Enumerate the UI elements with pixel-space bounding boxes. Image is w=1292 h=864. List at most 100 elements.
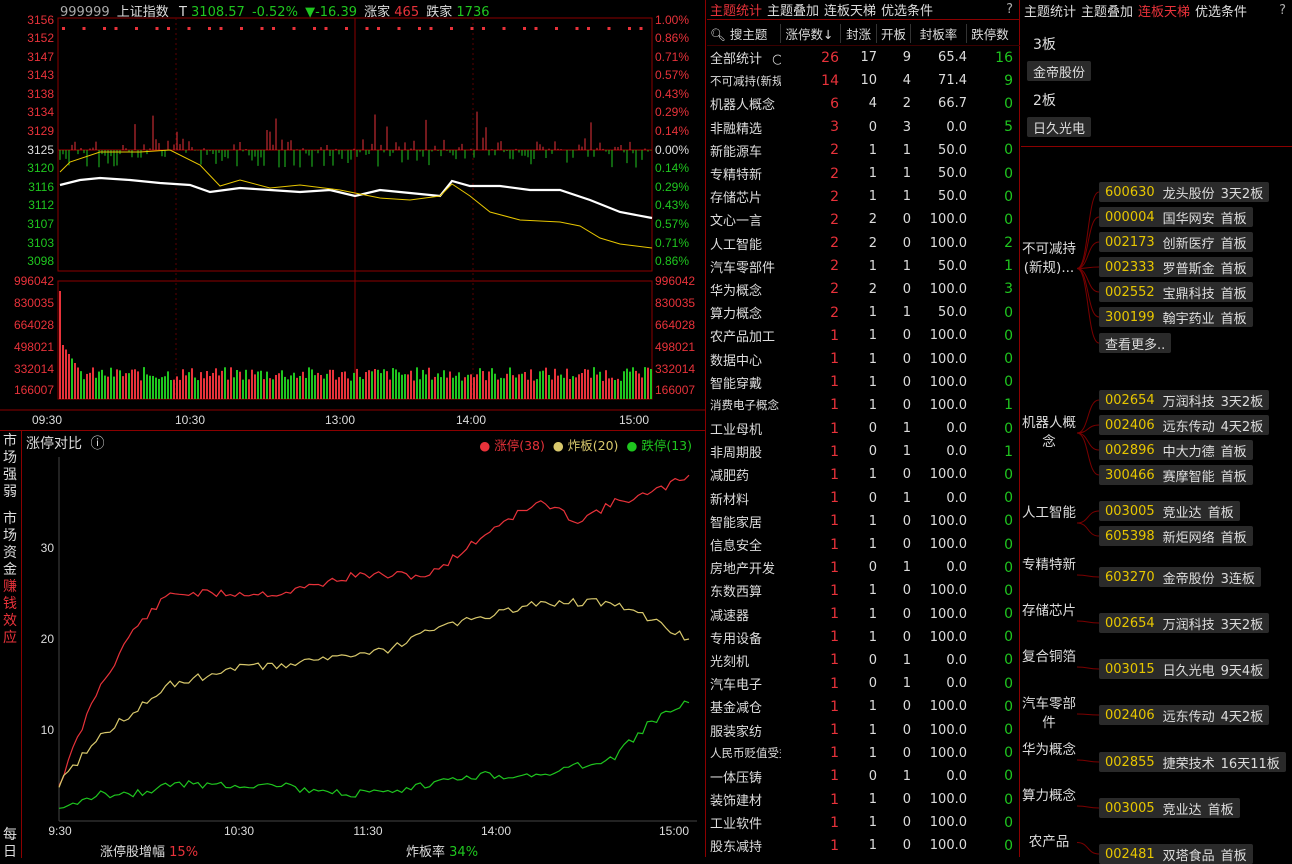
theme-row[interactable]: 全部统计 ○2617965.416 — [707, 46, 1020, 69]
theme-row[interactable]: 工业母机1010.00 — [707, 417, 1020, 440]
theme-row[interactable]: 新材料1010.00 — [707, 487, 1020, 510]
ladder-stock-chip[interactable]: 000004国华网安首板 — [1099, 207, 1253, 227]
theme-row[interactable]: 存储芯片21150.00 — [707, 185, 1020, 208]
ladder-stock-chip[interactable]: 300199翰宇药业首板 — [1099, 307, 1253, 327]
theme-row[interactable]: 装饰建材110100.00 — [707, 788, 1020, 811]
ladder-theme-label[interactable]: 不可减持(新规)... — [1021, 240, 1077, 278]
theme-row[interactable]: 服装家纺110100.00 — [707, 718, 1020, 741]
col-seal-rate[interactable]: 封板率 — [911, 24, 967, 43]
help-icon[interactable]: ? — [1006, 2, 1013, 17]
theme-row[interactable]: 文心一言220100.00 — [707, 208, 1020, 231]
ladder-theme-label[interactable]: 汽车零部件 — [1021, 695, 1077, 733]
refresh-circle-icon[interactable]: ○ — [768, 52, 781, 67]
theme-row[interactable]: 不可减持(新规)1410471.49 — [707, 69, 1020, 92]
theme-row[interactable]: 人工智能220100.02 — [707, 232, 1020, 255]
theme-row[interactable]: 人民币贬值受益110100.00 — [707, 742, 1020, 765]
cell-name: 服装家纺 — [707, 721, 781, 740]
ladder-stock-chip[interactable]: 002333罗普斯金首板 — [1099, 257, 1253, 277]
cell-e: 0 — [967, 351, 1017, 367]
view-more-button[interactable]: 查看更多.. — [1099, 333, 1171, 353]
ladder-stock-chip[interactable]: 600630龙头股份3天2板 — [1099, 182, 1269, 202]
ladder-stock-chip[interactable]: 002406远东传动4天2板 — [1099, 705, 1269, 725]
ladder-stock-chip[interactable]: 603270金帝股份3连板 — [1099, 567, 1261, 587]
theme-row[interactable]: 农产品加工110100.00 — [707, 324, 1020, 347]
ladder-theme-label[interactable]: 算力概念 — [1021, 787, 1077, 806]
ladder-stock-chip[interactable]: 002654万润科技3天2板 — [1099, 613, 1269, 633]
theme-row[interactable]: 非周期股1010.01 — [707, 440, 1020, 463]
ladder-theme-label[interactable]: 机器人概念 — [1021, 414, 1077, 452]
ladder-stock-chip[interactable]: 003015日久光电9天4板 — [1099, 659, 1269, 679]
ladder-stock-chip[interactable]: 002552宝鼎科技首板 — [1099, 282, 1253, 302]
theme-row[interactable]: 减肥药110100.00 — [707, 463, 1020, 486]
theme-row[interactable]: 新能源车21150.00 — [707, 139, 1020, 162]
compare-chart[interactable]: 3020109:3010:3011:3014:0015:00 — [22, 451, 706, 858]
ladder-theme-label[interactable]: 农产品 — [1021, 833, 1077, 852]
cell-d: 0.0 — [911, 560, 967, 575]
cell-b: 4 — [841, 96, 877, 111]
theme-row[interactable]: 非融精选3030.05 — [707, 116, 1020, 139]
theme-row[interactable]: 华为概念220100.03 — [707, 278, 1020, 301]
stock-code: 003005 — [1105, 504, 1155, 519]
ladder-stock-chip[interactable]: 605398新炬网络首板 — [1099, 526, 1253, 546]
ladder-stock-chip[interactable]: 002481双塔食品首板 — [1099, 844, 1253, 864]
theme-row[interactable]: 数据中心110100.00 — [707, 347, 1020, 370]
theme-row[interactable]: 基金减仓110100.00 — [707, 695, 1020, 718]
ladder-theme-label[interactable]: 存储芯片 — [1021, 602, 1077, 621]
theme-row[interactable]: 消费电子概念110100.01 — [707, 394, 1020, 417]
volume-bar — [647, 368, 649, 399]
ladder-theme-label[interactable]: 复合铜箔 — [1021, 648, 1077, 667]
board-stock-chip[interactable]: 日久光电 — [1027, 117, 1091, 137]
theme-row[interactable]: 汽车零部件21150.01 — [707, 255, 1020, 278]
ladder-stock-chip[interactable]: 003005竞业达首板 — [1099, 798, 1240, 818]
theme-row[interactable]: 光刻机1010.00 — [707, 649, 1020, 672]
theme-row[interactable]: 股东减持110100.00 — [707, 834, 1020, 857]
signal-dot — [62, 27, 65, 30]
theme-row[interactable]: 机器人概念64266.70 — [707, 92, 1020, 115]
search-theme-button[interactable]: 🔍︎ 搜主题 — [707, 24, 781, 43]
theme-row[interactable]: 智能家居110100.00 — [707, 510, 1020, 533]
ladder-stock-chip[interactable]: 002896中大力德首板 — [1099, 440, 1253, 460]
col-opened[interactable]: 开板 — [877, 24, 911, 43]
theme-row[interactable]: 汽车电子1010.00 — [707, 672, 1020, 695]
theme-row[interactable]: 算力概念21150.00 — [707, 301, 1020, 324]
board-stock-chip[interactable]: 金帝股份 — [1027, 61, 1091, 81]
theme-row[interactable]: 一体压铸1010.00 — [707, 765, 1020, 788]
theme-row[interactable]: 减速器110100.00 — [707, 603, 1020, 626]
side-tab-2[interactable]: 赚钱效应 — [0, 579, 20, 647]
ladder-theme-label[interactable]: 人工智能 — [1021, 504, 1077, 523]
ladder-stock-chip[interactable]: 002406远东传动4天2板 — [1099, 415, 1269, 435]
pct-tick-label: 0.57% — [655, 68, 689, 82]
cell-d: 100.0 — [911, 723, 967, 738]
ladder-stock-chip[interactable]: 002173创新医疗首板 — [1099, 232, 1253, 252]
left-pane: 999999 上证指数 T 3108.57 -0.52% ▼-16.39 涨家 … — [0, 0, 706, 857]
y-tick-label: 10 — [41, 723, 55, 737]
tab-theme-stats[interactable]: 主题统计 — [710, 0, 762, 19]
connector-line — [1077, 511, 1099, 523]
theme-row[interactable]: 专精特新21150.00 — [707, 162, 1020, 185]
col-limit-down[interactable]: 跌停数 — [967, 24, 1017, 43]
ladder-stock-chip[interactable]: 002654万润科技3天2板 — [1099, 390, 1269, 410]
side-tab-0[interactable]: 市场强弱 — [0, 433, 20, 501]
ladder-stock-chip[interactable]: 003005竞业达首板 — [1099, 501, 1240, 521]
theme-row[interactable]: 房地产开发1010.00 — [707, 556, 1020, 579]
info-icon[interactable]: ⓘ — [90, 436, 104, 452]
ladder-theme-label[interactable]: 华为概念 — [1021, 741, 1077, 760]
tab-filter[interactable]: 优选条件 — [881, 0, 933, 19]
ladder-stock-chip[interactable]: 300466赛摩智能首板 — [1099, 465, 1253, 485]
ladder-theme-label[interactable]: 专精特新 — [1021, 556, 1077, 575]
ladder-stock-chip[interactable]: 002855捷荣技术16天11板 — [1099, 752, 1286, 772]
cell-b: 1 — [841, 723, 877, 738]
intraday-chart[interactable]: 3156315231473143313831343129312531203116… — [0, 0, 706, 430]
tab-ladder[interactable]: 连板天梯 — [824, 0, 876, 19]
col-limit-up[interactable]: 涨停数↓ — [781, 24, 841, 43]
cell-a: 2 — [781, 305, 841, 321]
col-sealed[interactable]: 封涨 — [841, 24, 877, 43]
side-tab-3[interactable]: 每日 — [0, 827, 20, 861]
theme-row[interactable]: 东数西算110100.00 — [707, 579, 1020, 602]
theme-row[interactable]: 智能穿戴110100.00 — [707, 371, 1020, 394]
tab-theme-overlay[interactable]: 主题叠加 — [767, 0, 819, 19]
theme-row[interactable]: 专用设备110100.00 — [707, 626, 1020, 649]
theme-row[interactable]: 工业软件110100.00 — [707, 811, 1020, 834]
theme-row[interactable]: 信息安全110100.00 — [707, 533, 1020, 556]
side-tab-1[interactable]: 市场资金 — [0, 511, 20, 579]
